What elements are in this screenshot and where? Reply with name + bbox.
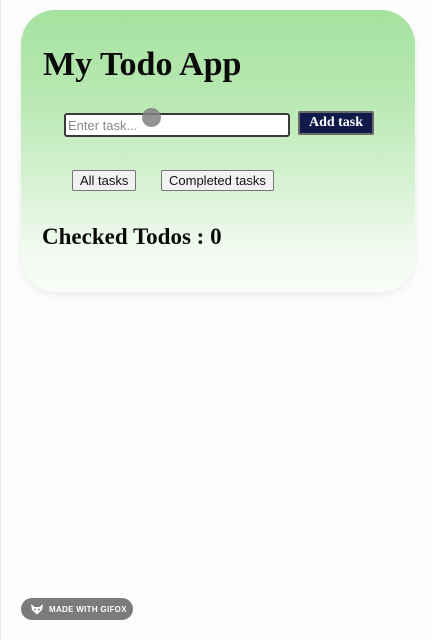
todo-card: My Todo App Add task All tasks Completed…	[21, 10, 415, 292]
page-title: My Todo App	[43, 46, 242, 83]
completed-tasks-button[interactable]: Completed tasks	[161, 170, 274, 191]
checked-todos-count: Checked Todos : 0	[42, 224, 222, 249]
watermark-text: MADE WITH GIFOX	[49, 604, 127, 614]
gifox-watermark: MADE WITH GIFOX	[21, 598, 133, 620]
task-input[interactable]	[64, 113, 290, 137]
add-task-button[interactable]: Add task	[298, 111, 374, 135]
all-tasks-button[interactable]: All tasks	[72, 170, 137, 191]
fox-icon	[30, 602, 44, 616]
